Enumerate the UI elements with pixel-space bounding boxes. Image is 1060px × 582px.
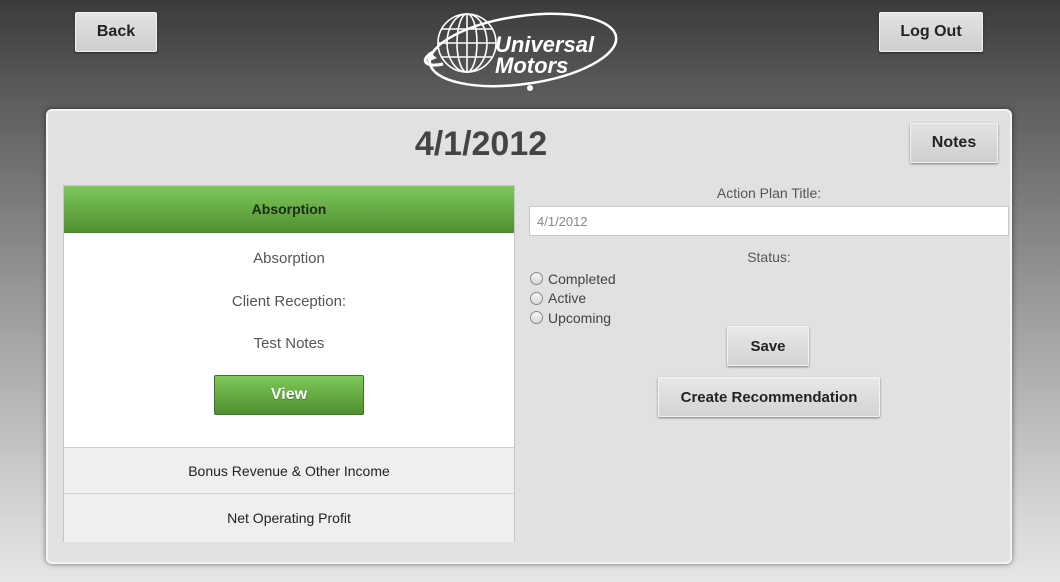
- back-button[interactable]: Back: [75, 12, 157, 52]
- category-accordion: Absorption Absorption Client Reception: …: [63, 185, 515, 542]
- radio-upcoming[interactable]: [530, 311, 543, 325]
- status-option-active[interactable]: Active: [529, 289, 1009, 309]
- radio-label-upcoming: Upcoming: [548, 309, 612, 326]
- logo-text-line2: Motors: [495, 53, 568, 78]
- action-plan-title-label: Action Plan Title:: [716, 185, 822, 201]
- accordion-header-absorption[interactable]: Absorption: [64, 186, 514, 233]
- action-plan-title-input[interactable]: [529, 206, 1009, 236]
- radio-active[interactable]: [530, 291, 543, 305]
- save-button[interactable]: Save: [727, 326, 809, 366]
- create-recommendation-button[interactable]: Create Recommendation: [658, 377, 880, 417]
- accordion-body-absorption: Absorption Client Reception: Test Notes …: [64, 233, 514, 448]
- notes-button[interactable]: Notes: [910, 123, 998, 163]
- view-button[interactable]: View: [214, 375, 364, 415]
- item-name: Absorption: [253, 250, 325, 267]
- logout-button[interactable]: Log Out: [879, 12, 983, 52]
- radio-label-completed: Completed: [548, 270, 616, 287]
- action-plan-form: Action Plan Title: Status: Completed Act…: [529, 185, 1009, 417]
- page-title: 4/1/2012: [414, 125, 548, 163]
- status-option-completed[interactable]: Completed: [529, 269, 1009, 289]
- radio-label-active: Active: [548, 290, 587, 307]
- item-notes: Test Notes: [253, 335, 325, 352]
- universal-motors-logo: Universal Motors: [423, 12, 618, 91]
- accordion-header-bonus-revenue[interactable]: Bonus Revenue & Other Income: [64, 448, 514, 494]
- client-reception-label: Client Reception:: [231, 293, 347, 310]
- status-radio-group: Completed Active Upcoming: [529, 269, 1009, 328]
- status-label: Status:: [747, 249, 791, 265]
- radio-completed[interactable]: [530, 272, 543, 286]
- accordion-header-net-operating-profit[interactable]: Net Operating Profit: [64, 494, 514, 542]
- main-panel: 4/1/2012 Notes Absorption Absorption Cli…: [46, 109, 1012, 564]
- status-option-upcoming[interactable]: Upcoming: [529, 308, 1009, 328]
